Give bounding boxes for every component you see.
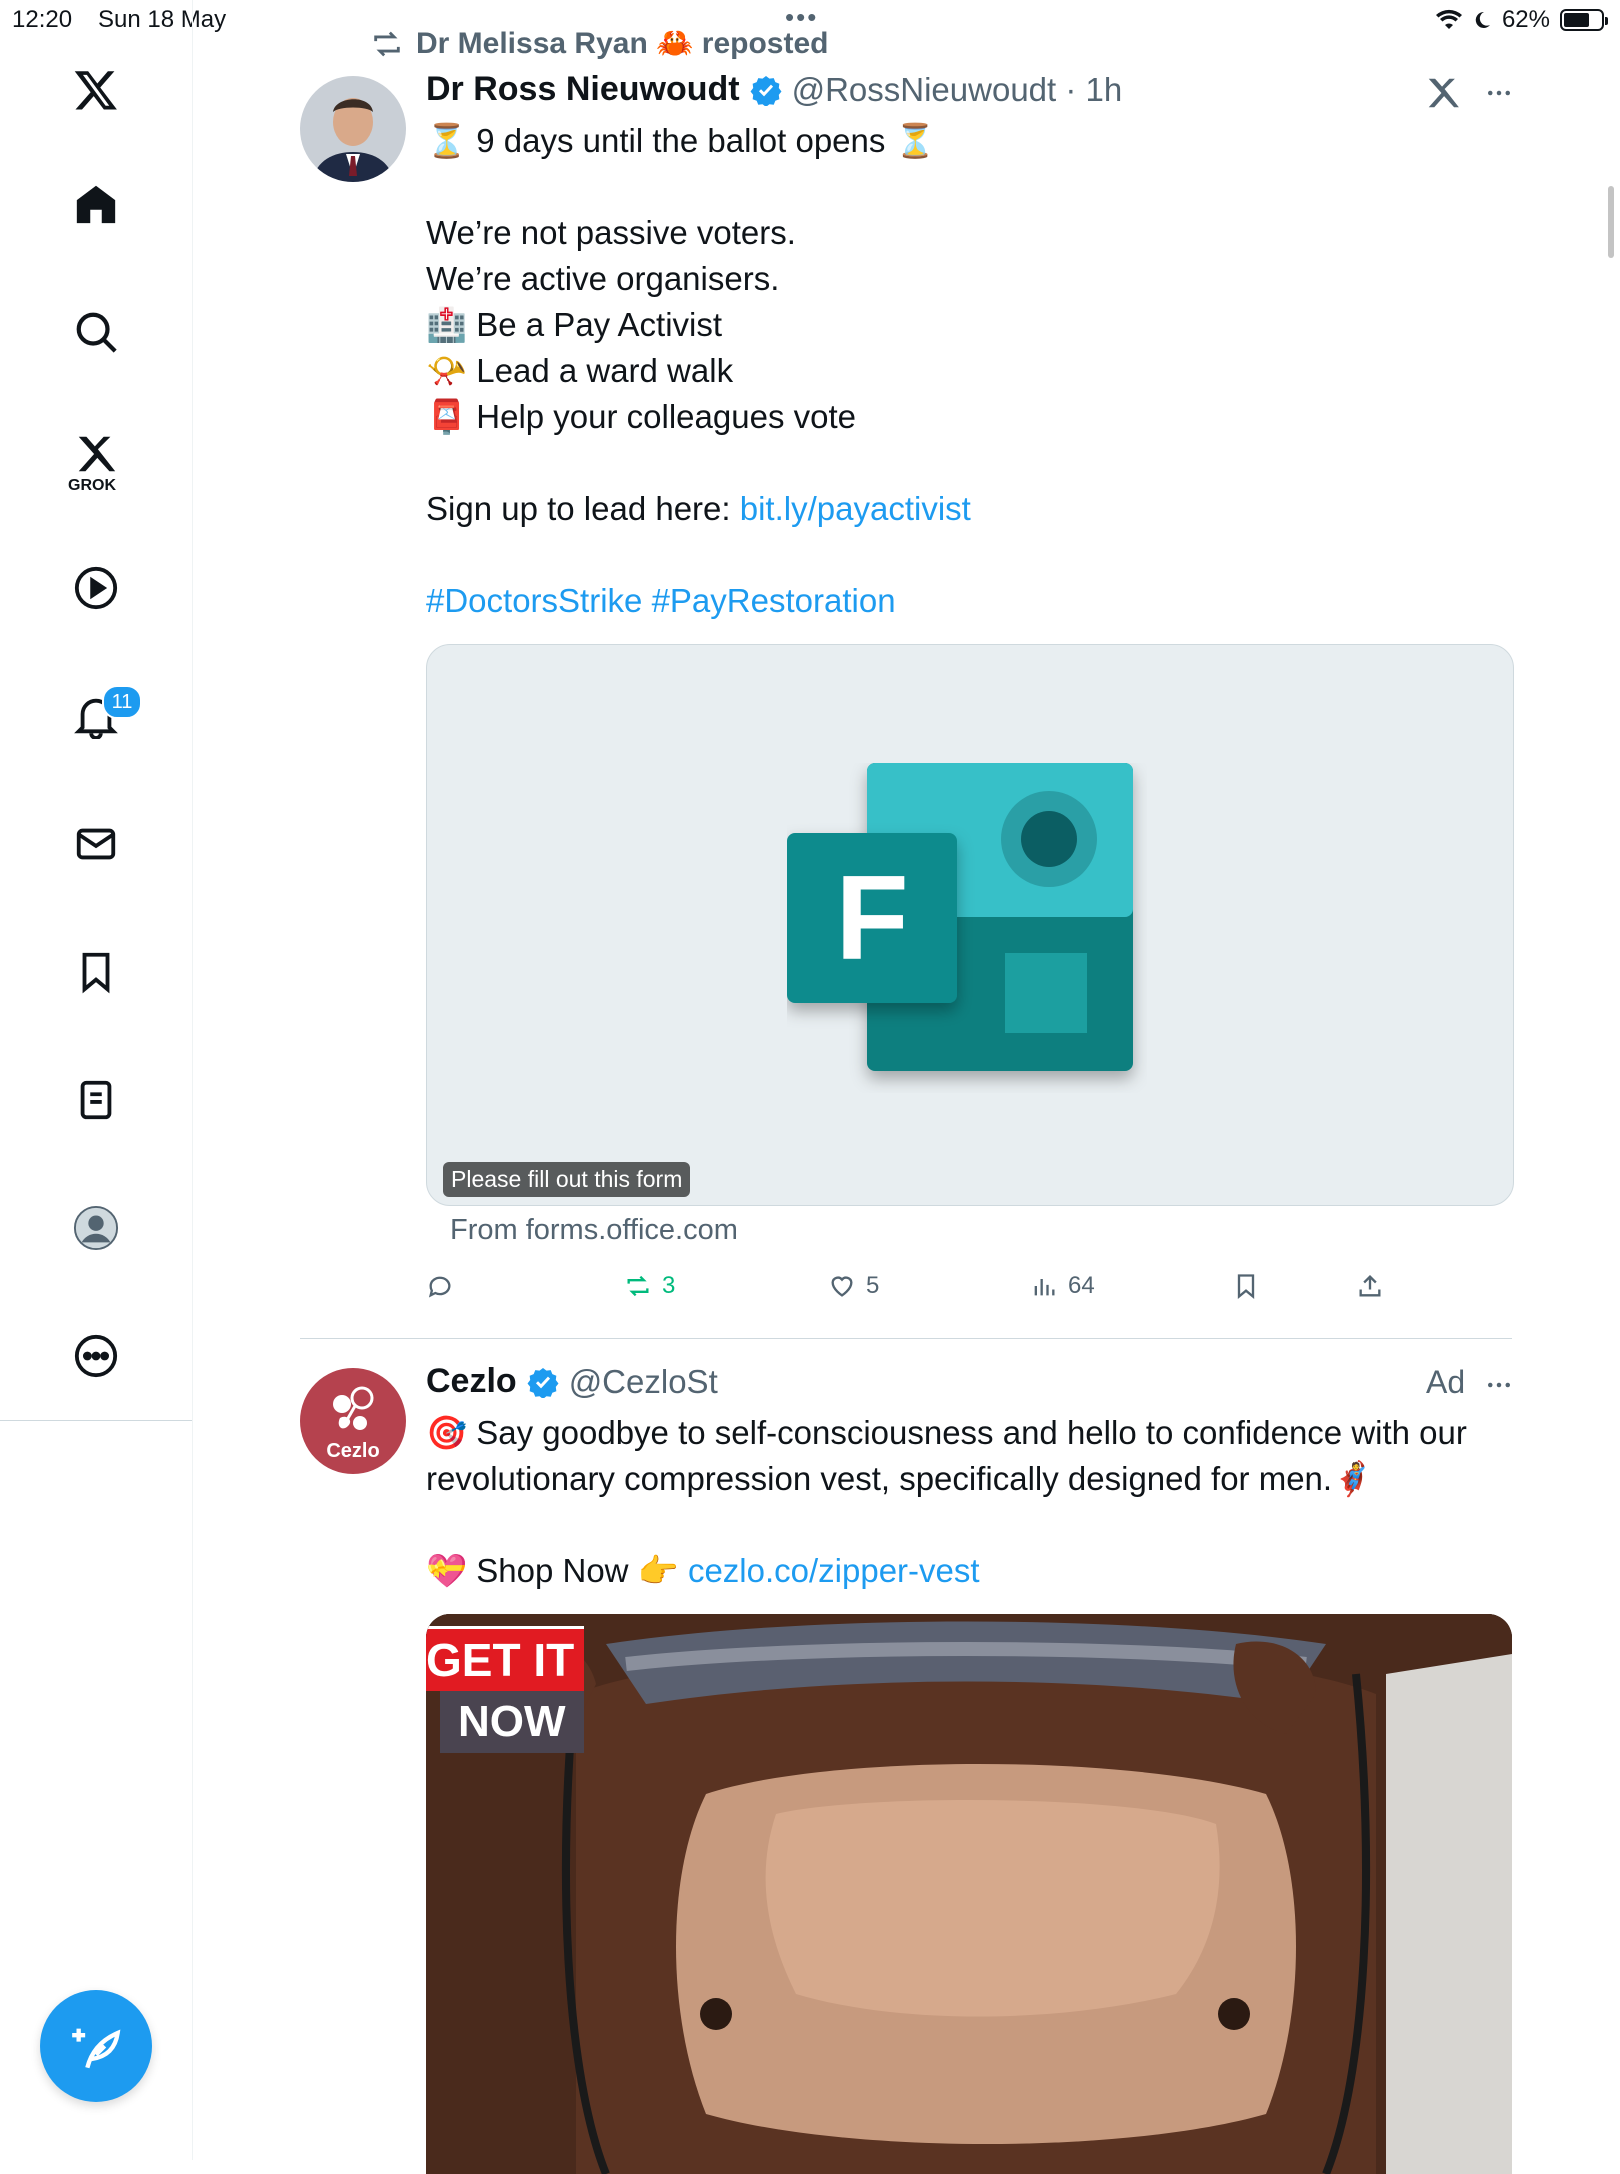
signup-link[interactable]: bit.ly/payactivist	[740, 490, 971, 527]
reply-icon	[428, 1276, 451, 1298]
svg-text:F: F	[835, 851, 908, 985]
repost-icon	[374, 31, 400, 56]
tweet-text-line: 📮 Help your colleagues vote	[426, 398, 856, 435]
video-play-icon[interactable]	[56, 548, 136, 628]
shop-text: 💝 Shop Now 👉	[426, 1552, 688, 1589]
lists-icon[interactable]	[56, 1060, 136, 1140]
ad-author-handle[interactable]: @CezloSt	[569, 1363, 718, 1401]
heart-icon	[831, 1276, 853, 1297]
author-handle-time[interactable]: @RossNieuwoudt · 1h	[792, 71, 1123, 109]
post-divider	[300, 1338, 1512, 1339]
tweet-text-line: ⏳ 9 days until the ballot opens ⏳	[426, 122, 936, 159]
verified-badge-icon	[750, 75, 782, 106]
messages-mail-icon[interactable]	[56, 804, 136, 884]
microsoft-forms-logo-icon: F	[787, 763, 1133, 1071]
views-chart-icon	[1034, 1279, 1055, 1296]
profile-avatar-icon[interactable]	[56, 1188, 136, 1268]
share-icon	[1359, 1275, 1381, 1297]
notification-badge: 11	[102, 685, 142, 719]
ad-label: Ad	[1426, 1364, 1466, 1400]
post-more-icon[interactable]	[1482, 78, 1516, 108]
retweet-count: 3	[662, 1272, 676, 1299]
repost-label: Dr Melissa Ryan 🦀 reposted	[416, 27, 829, 60]
compose-post-button[interactable]	[40, 1990, 152, 2102]
cezlo-avatar[interactable]: Cezlo	[300, 1368, 406, 1474]
like-count: 5	[866, 1272, 880, 1299]
ad-text-line: 🎯 Say goodbye to self-consciousness and …	[426, 1414, 1467, 1451]
ad-video-media[interactable]: GET IT NOW	[426, 1614, 1512, 2174]
author-name[interactable]: Dr Ross Nieuwoudt	[426, 70, 740, 109]
tweet-text-line: 📯 Lead a ward walk	[426, 352, 734, 389]
retweet-button[interactable]: 3	[624, 1272, 675, 1300]
retweet-icon	[627, 1275, 649, 1297]
bookmark-icon	[1237, 1274, 1255, 1299]
bookmark-button[interactable]	[1232, 1272, 1260, 1300]
tweet-post[interactable]: Dr Melissa Ryan 🦀 reposted Dr Ross Nieuw…	[192, 0, 1612, 1340]
ad-media-image	[426, 1614, 1512, 2174]
compose-feather-icon	[72, 2028, 121, 2069]
sidebar: GROK 11	[0, 0, 193, 2160]
view-count: 64	[1068, 1272, 1095, 1299]
tweet-text-line: 🏥 Be a Pay Activist	[426, 306, 723, 343]
ad-post[interactable]: Cezlo Cezlo @CezloSt Ad 🎯 Say goodbye to…	[192, 1340, 1612, 2174]
banner-line-1: GET IT	[426, 1626, 585, 1691]
banner-line-2: NOW	[440, 1691, 584, 1753]
author-avatar[interactable]	[300, 76, 406, 182]
share-button[interactable]	[1356, 1272, 1384, 1300]
get-it-now-banner: GET IT NOW	[426, 1626, 585, 1753]
verified-badge-icon	[527, 1367, 559, 1398]
like-button[interactable]: 5	[828, 1272, 879, 1300]
ad-author-name[interactable]: Cezlo	[426, 1362, 517, 1401]
views-button[interactable]: 64	[1030, 1272, 1095, 1300]
tweet-text-line: We’re active organisers.	[426, 260, 780, 297]
more-options-icon[interactable]	[56, 1316, 136, 1396]
hashtags[interactable]: #DoctorsStrike #PayRestoration	[426, 578, 1506, 624]
grok-explain-icon[interactable]	[1424, 74, 1462, 112]
reply-button[interactable]	[426, 1272, 454, 1300]
search-icon[interactable]	[56, 292, 136, 372]
x-logo-icon[interactable]	[56, 50, 136, 130]
sidebar-divider	[0, 1420, 192, 1421]
shop-link[interactable]: cezlo.co/zipper-vest	[688, 1552, 980, 1589]
link-preview-card[interactable]: F Please fill out this form	[426, 644, 1514, 1206]
ad-text-line: revolutionary compression vest, specific…	[426, 1460, 1374, 1497]
grok-label: GROK	[68, 477, 116, 494]
bookmarks-icon[interactable]	[56, 932, 136, 1012]
signup-text: Sign up to lead here:	[426, 490, 740, 527]
card-caption: Please fill out this form	[443, 1162, 691, 1197]
cezlo-avatar-text: Cezlo	[326, 1440, 380, 1462]
home-icon[interactable]	[56, 164, 136, 244]
ad-more-icon[interactable]	[1482, 1370, 1516, 1400]
tweet-text-line: We’re not passive voters.	[426, 214, 796, 251]
card-source[interactable]: From forms.office.com	[450, 1214, 738, 1247]
